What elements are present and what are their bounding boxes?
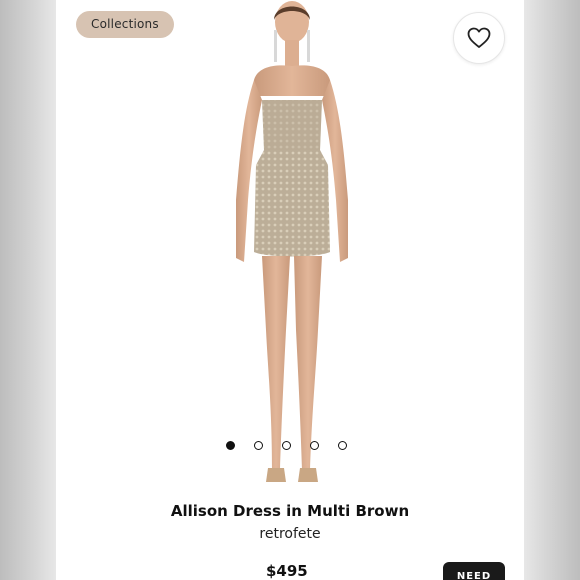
product-image[interactable] (206, 0, 376, 490)
need-button[interactable]: NEED (443, 562, 505, 580)
heart-outline-icon (467, 27, 491, 48)
pagination-dot-3[interactable] (282, 441, 291, 450)
product-title: Allison Dress in Multi Brown (170, 502, 410, 520)
favorite-button[interactable] (453, 12, 505, 64)
image-pagination (226, 441, 347, 450)
product-brand[interactable]: retrofete (56, 526, 524, 542)
pagination-dot-5[interactable] (338, 441, 347, 450)
collections-chip[interactable]: Collections (76, 11, 174, 38)
pagination-dot-2[interactable] (254, 441, 263, 450)
product-card: Collections Allison Dress in Multi Brown… (56, 0, 524, 580)
product-price: $495 (266, 562, 308, 580)
pagination-dot-4[interactable] (310, 441, 319, 450)
pagination-dot-1[interactable] (226, 441, 235, 450)
